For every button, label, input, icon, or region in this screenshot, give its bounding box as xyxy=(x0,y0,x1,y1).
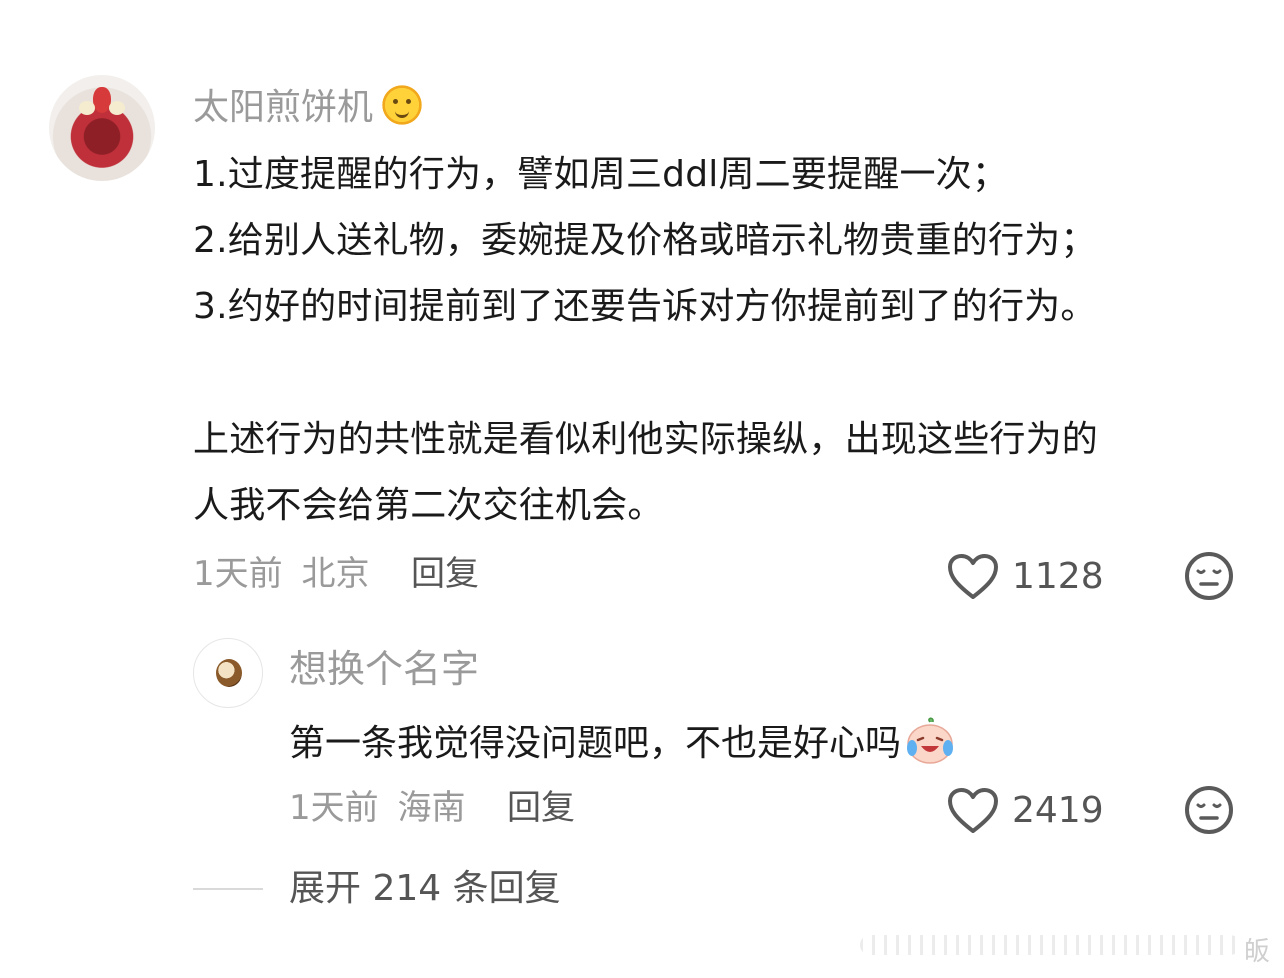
reply-username[interactable]: 想换个名字 xyxy=(289,650,479,688)
reply-avatar[interactable] xyxy=(193,638,263,708)
reply-text: 第一条我觉得没问题吧，不也是好心吗 xyxy=(289,717,957,770)
comment-meta: 1天前 北京 xyxy=(193,557,369,591)
username-text[interactable]: 太阳煎饼机 xyxy=(193,87,373,128)
sun-with-face-icon xyxy=(379,82,426,128)
expand-replies-button[interactable]: 展开 214 条回复 xyxy=(289,871,561,907)
watermark: 皈 xyxy=(1243,937,1270,967)
like-heart-icon[interactable] xyxy=(946,552,1000,602)
comment-time: 1天前 xyxy=(193,554,283,594)
comment-location: 北京 xyxy=(301,554,370,594)
reply-text-content: 第一条我觉得没问题吧，不也是好心吗 xyxy=(289,723,902,764)
reply-location: 海南 xyxy=(397,788,466,828)
cream-decoration xyxy=(109,101,125,115)
reply-reply-button[interactable]: 回复 xyxy=(507,791,575,825)
comment-username[interactable]: 太阳煎饼机 xyxy=(193,82,426,132)
comment-line-4: 上述行为的共性就是看似利他实际操纵，出现这些行为的 xyxy=(193,419,1099,460)
reply-button[interactable]: 回复 xyxy=(411,557,479,591)
avatar-image xyxy=(216,659,242,687)
comment-line-2: 2.给别人送礼物，委婉提及价格或暗示礼物贵重的行为； xyxy=(193,220,1097,261)
comment-line-1: 1.过度提醒的行为，譬如周三ddl周二要提醒一次； xyxy=(193,154,1009,195)
reply-time: 1天前 xyxy=(289,788,379,828)
cream-decoration xyxy=(79,101,95,115)
like-count: 1128 xyxy=(1012,556,1104,597)
divider xyxy=(193,888,263,890)
reply-meta: 1天前 海南 xyxy=(289,791,465,825)
comment-line-5: 人我不会给第二次交往机会。 xyxy=(193,485,664,526)
comment-line-3: 3.约好的时间提前到了还要告诉对方你提前到了的行为。 xyxy=(193,286,1097,327)
reply-dislike-face-icon[interactable] xyxy=(1184,785,1234,835)
dislike-face-icon[interactable] xyxy=(1184,551,1234,601)
avatar[interactable] xyxy=(49,75,155,181)
reply-like-heart-icon[interactable] xyxy=(946,786,1000,836)
watermark-strip xyxy=(860,935,1240,955)
reply-like-count: 2419 xyxy=(1012,790,1104,831)
crying-laughing-face-icon xyxy=(903,716,957,766)
